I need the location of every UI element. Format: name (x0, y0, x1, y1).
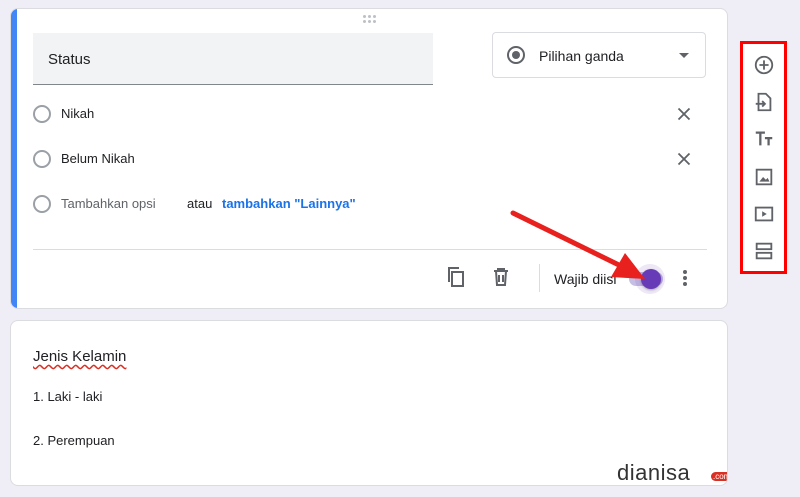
add-question-icon[interactable] (753, 54, 775, 76)
question-type-dropdown[interactable]: Pilihan ganda (492, 32, 706, 78)
remove-option-icon[interactable] (673, 103, 695, 125)
option-row[interactable]: Nikah (33, 102, 693, 126)
radio-circle-icon (33, 150, 51, 168)
radio-button-icon (507, 46, 525, 64)
watermark-suffix: .com (711, 472, 727, 481)
add-other-link[interactable]: tambahkan "Lainnya" (222, 196, 356, 211)
option-label[interactable]: Nikah (61, 106, 94, 121)
question-toolbar (740, 41, 787, 274)
radio-circle-icon (33, 195, 51, 213)
remove-option-icon[interactable] (673, 148, 695, 170)
duplicate-icon[interactable] (444, 265, 468, 289)
or-text: atau (187, 196, 213, 211)
list-item: 1. Laki - laki (33, 389, 103, 404)
question-title-field[interactable]: Status (33, 33, 433, 85)
add-image-icon[interactable] (753, 166, 775, 188)
drag-handle-icon[interactable] (363, 15, 379, 25)
watermark-logo: dianisa .com (617, 460, 727, 485)
active-card-indicator (11, 9, 17, 308)
more-options-icon[interactable] (675, 267, 695, 289)
add-video-icon[interactable] (753, 203, 775, 225)
question-title[interactable]: Jenis Kelamin (33, 348, 126, 365)
radio-circle-icon (33, 105, 51, 123)
question-title-text: Status (48, 51, 91, 68)
option-row[interactable]: Belum Nikah (33, 147, 693, 171)
question-type-label: Pilihan ganda (539, 48, 624, 64)
annotation-arrow-icon (510, 210, 645, 279)
add-title-icon[interactable] (753, 128, 775, 150)
import-questions-icon[interactable] (753, 91, 775, 113)
question-card-gender[interactable]: Jenis Kelamin 1. Laki - laki 2. Perempua… (10, 320, 728, 486)
list-item: 2. Perempuan (33, 433, 115, 448)
add-section-icon[interactable] (753, 240, 775, 262)
add-option-link[interactable]: Tambahkan opsi (61, 196, 156, 211)
option-label[interactable]: Belum Nikah (61, 151, 135, 166)
dropdown-arrow-icon (679, 53, 689, 58)
watermark-brand: dianisa (617, 460, 691, 485)
